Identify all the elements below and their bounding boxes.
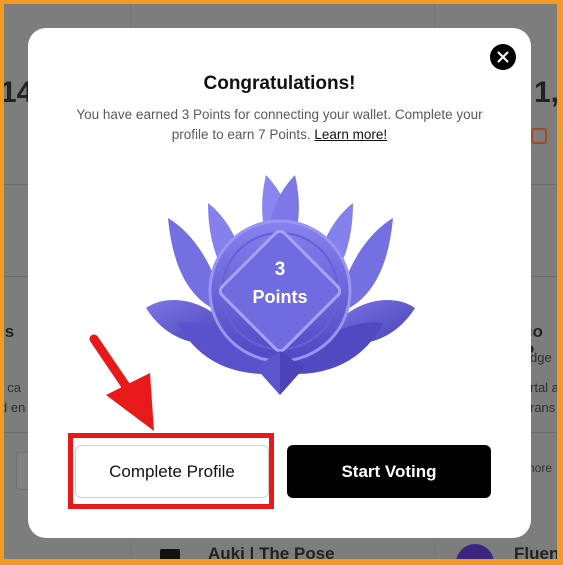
- start-voting-button[interactable]: Start Voting: [287, 445, 491, 498]
- modal-title: Congratulations!: [203, 73, 356, 94]
- bg-left-line: ı ca: [4, 380, 21, 395]
- bg-card-title: Auki | The Pose: [208, 544, 335, 559]
- arrow-annotation-icon: [89, 334, 154, 431]
- bg-mail-icon: [160, 549, 180, 559]
- bg-left-line: d en: [4, 400, 26, 415]
- bg-right-line: rans: [530, 400, 556, 415]
- close-button[interactable]: [490, 44, 516, 70]
- close-icon: [497, 51, 509, 63]
- description-text: You have earned 3 Points for connecting …: [76, 107, 483, 142]
- bg-right-line: rtal a: [530, 380, 557, 395]
- badge-unit: Points: [252, 287, 307, 307]
- learn-more-link[interactable]: Learn more!: [314, 127, 387, 142]
- modal-description: You have earned 3 Points for connecting …: [64, 105, 495, 145]
- bg-card-title-2: Fluen: [514, 544, 557, 559]
- bg-right-number: 1,: [534, 76, 557, 109]
- badge-lotus-icon: 3 Points: [146, 175, 415, 395]
- bg-logo-icon: [456, 544, 494, 559]
- badge-value: 3: [275, 259, 286, 280]
- bg-left-heading: ls: [4, 322, 15, 341]
- congratulations-modal: Congratulations! You have earned 3 Point…: [28, 28, 531, 538]
- bg-right-icon: [531, 128, 547, 144]
- bg-right-more: nore: [528, 461, 553, 475]
- complete-profile-button[interactable]: Complete Profile: [75, 445, 269, 498]
- bg-right-line: dge: [530, 350, 552, 365]
